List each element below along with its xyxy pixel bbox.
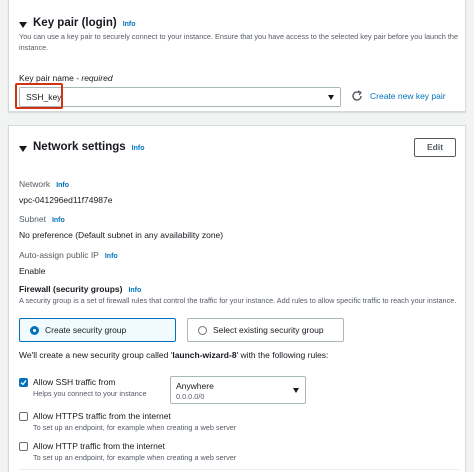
network-info-link[interactable]: Info [56,182,69,189]
refresh-icon[interactable] [351,90,363,102]
select-existing-security-group-option[interactable]: Select existing security group [187,318,344,342]
edit-button[interactable]: Edit [414,138,456,157]
divider [19,469,459,470]
ssh-checkbox[interactable] [19,378,28,387]
chevron-down-icon [293,388,299,393]
note-suffix: ' with the following rules: [236,350,329,360]
collapse-caret-icon[interactable] [19,146,27,152]
ssh-source-select[interactable]: Anywhere 0.0.0.0/0 [170,376,306,404]
subnet-label: Subnet Info [19,214,65,224]
collapse-caret-icon[interactable] [19,22,27,28]
key-pair-select[interactable]: SSH_key [19,87,341,107]
network-settings-info-link[interactable]: Info [132,145,145,152]
network-settings-title-text: Network settings [33,141,126,153]
checkmark-icon [20,380,27,386]
network-label: Network Info [19,179,69,189]
public-ip-label: Auto-assign public IP Info [19,250,118,260]
subnet-label-text: Subnet [19,214,46,224]
network-settings-panel: Network settings Info Edit Network Info vp… [8,125,466,472]
firewall-description: A security group is a set of firewall ru… [19,296,457,305]
key-pair-panel: Key pair (login) Info You can use a key p… [8,0,466,112]
create-key-pair-link[interactable]: Create new key pair [370,91,446,101]
key-pair-info-link[interactable]: Info [123,21,136,28]
subnet-info-link[interactable]: Info [52,217,65,224]
key-pair-title-text: Key pair (login) [33,17,117,29]
ssh-source-title: Anywhere [176,381,214,391]
ssh-rule-label: Allow SSH traffic from [33,377,116,387]
firewall-info-link[interactable]: Info [128,287,141,294]
note-prefix: We'll create a new security group called… [19,350,173,360]
security-group-note: We'll create a new security group called… [19,350,328,360]
http-rule-description: To set up an endpoint, for example when … [33,453,237,462]
network-value: vpc-041296ed11f74987e [19,195,113,205]
radio-unselected[interactable] [198,326,207,335]
key-pair-description: You can use a key pair to securely conne… [19,32,459,52]
radio-selected[interactable] [30,326,39,335]
https-rule-description: To set up an endpoint, for example when … [33,423,237,432]
network-label-text: Network [19,179,51,189]
chevron-down-icon [328,95,334,100]
key-pair-title: Key pair (login) Info [33,17,136,29]
network-settings-title: Network settings Info [33,141,145,153]
public-ip-value: Enable [19,266,46,276]
select-existing-security-group-label: Select existing security group [213,325,324,335]
ssh-source-value: 0.0.0.0/0 [176,392,205,401]
http-checkbox[interactable] [19,442,28,451]
http-rule-label: Allow HTTP traffic from the internet [33,441,165,451]
required-marker: - required [73,73,113,83]
create-security-group-option[interactable]: Create security group [19,318,176,342]
firewall-label-text: Firewall (security groups) [19,284,123,294]
create-security-group-label: Create security group [45,325,127,335]
public-ip-label-text: Auto-assign public IP [19,250,99,260]
key-pair-field-label: Key pair name - required [19,73,113,83]
public-ip-info-link[interactable]: Info [105,253,118,260]
key-pair-field-label-text: Key pair name [19,73,74,83]
https-checkbox[interactable] [19,412,28,421]
security-group-name: launch-wizard-8 [172,350,237,360]
subnet-value: No preference (Default subnet in any ava… [19,230,224,240]
https-rule-label: Allow HTTPS traffic from the internet [33,411,171,421]
ssh-rule-description: Helps you connect to your instance [33,389,147,398]
key-highlight-box [15,83,63,109]
firewall-label: Firewall (security groups) Info [19,284,141,294]
